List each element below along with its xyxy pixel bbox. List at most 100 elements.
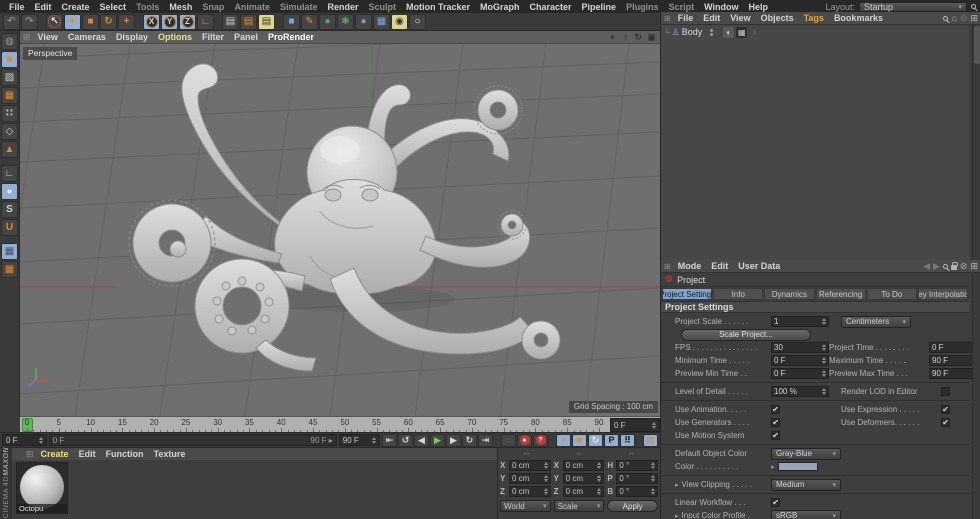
- checkbox[interactable]: ✔: [941, 405, 950, 414]
- viewport-canvas[interactable]: [20, 44, 660, 416]
- object-manager-menu-tags[interactable]: Tags: [799, 13, 829, 23]
- undo-icon[interactable]: ↶: [3, 13, 20, 30]
- key-parameter-button[interactable]: P: [604, 433, 619, 447]
- spinner-arrows-icon[interactable]: [543, 462, 548, 469]
- camera-icon[interactable]: ◉: [391, 13, 408, 30]
- autokey-button[interactable]: ●: [517, 433, 532, 447]
- tab-to-do[interactable]: To Do: [866, 288, 917, 300]
- keyframe-selection-button[interactable]: ▥: [643, 433, 658, 447]
- timeline-ruler[interactable]: 0 5 10 15 20 25 30 35 40 45 50 55 60 65 70 75 80 85 90 0 F: [20, 416, 660, 433]
- key-pla-button[interactable]: ⠿: [620, 433, 635, 447]
- medium-dropdown[interactable]: Medium ▾: [771, 478, 841, 491]
- field-icon[interactable]: ▦: [373, 13, 390, 30]
- redo-icon[interactable]: ↷: [21, 13, 38, 30]
- coord-field-y[interactable]: 0 cm: [562, 473, 605, 484]
- viewport-menu-options[interactable]: Options: [153, 32, 197, 42]
- spinner-arrows-icon[interactable]: [543, 475, 548, 482]
- expand-icon[interactable]: ⊞: [970, 13, 978, 24]
- centimeters-dropdown[interactable]: Centimeters ▾: [841, 315, 911, 328]
- spinner-arrows-icon[interactable]: [597, 488, 602, 495]
- nav-back-icon[interactable]: ◀: [923, 261, 930, 272]
- menu-character[interactable]: Character: [525, 2, 577, 12]
- viewport-menu-panel[interactable]: Panel: [229, 32, 263, 42]
- tweak-mode-icon[interactable]: ●: [1, 183, 18, 200]
- texture-tag-icon[interactable]: ◐: [723, 26, 735, 38]
- viewport-menu-cameras[interactable]: Cameras: [63, 32, 111, 42]
- viewport-menu-view[interactable]: View: [33, 32, 63, 42]
- spline-pen-icon[interactable]: ✎: [301, 13, 318, 30]
- spinner-arrows-icon[interactable]: [651, 475, 656, 482]
- checkbox[interactable]: ✔: [771, 431, 780, 440]
- panel-grip-icon[interactable]: ⊞: [26, 449, 34, 460]
- material-menu-edit[interactable]: Edit: [74, 449, 101, 459]
- search-icon[interactable]: [971, 4, 976, 9]
- menu-render[interactable]: Render: [322, 2, 363, 12]
- rotate-tool-icon[interactable]: ↻: [100, 13, 117, 30]
- nav-forward-icon[interactable]: ▶: [933, 261, 940, 272]
- coord-field-x[interactable]: 0 cm: [509, 460, 551, 471]
- workplane-mode-icon[interactable]: ▦: [1, 87, 18, 104]
- spinner-arrows-icon[interactable]: [372, 436, 376, 444]
- light-icon[interactable]: ○: [409, 13, 426, 30]
- tab-dynamics[interactable]: Dynamics: [764, 288, 815, 300]
- snap-icon[interactable]: S: [1, 201, 18, 218]
- record-options-button[interactable]: ?: [533, 433, 548, 447]
- checkbox[interactable]: ✔: [771, 405, 780, 414]
- scale-tool-icon[interactable]: ■: [82, 13, 99, 30]
- phong-tag-icon[interactable]: ⁝: [749, 27, 760, 38]
- key-position-button[interactable]: +: [556, 433, 571, 447]
- tab-project-settings[interactable]: Project Settings: [662, 288, 713, 300]
- coord-field-z[interactable]: 0 cm: [562, 486, 605, 497]
- spinner-arrows-icon[interactable]: [822, 318, 826, 325]
- visibility-dots[interactable]: [710, 28, 714, 36]
- rotate-view-icon[interactable]: ↻: [633, 32, 644, 43]
- polygons-mode-icon[interactable]: ▲: [1, 141, 18, 158]
- viewport-menu-filter[interactable]: Filter: [197, 32, 229, 42]
- spinner-arrows-icon[interactable]: [652, 421, 656, 429]
- minimize-icon[interactable]: ⊖: [960, 13, 968, 24]
- scale-project-button[interactable]: Scale Project...: [681, 328, 811, 341]
- srgb-dropdown[interactable]: sRGB ▾: [771, 509, 841, 519]
- next-frame-button[interactable]: ▶: [446, 433, 461, 447]
- home-icon[interactable]: ⌂: [951, 13, 956, 23]
- coord-field-p[interactable]: 0 °: [616, 473, 659, 484]
- coord-field-h[interactable]: 0 °: [616, 460, 659, 471]
- render-picture-viewer-icon[interactable]: ▤: [240, 13, 257, 30]
- object-name[interactable]: Body: [682, 27, 703, 37]
- layout-dropdown[interactable]: Startup ▾: [859, 1, 967, 12]
- object-manager-menu-bookmarks[interactable]: Bookmarks: [829, 13, 888, 23]
- expand-icon[interactable]: ⊞: [970, 261, 978, 272]
- lock-z-axis-icon[interactable]: Z: [179, 13, 196, 30]
- panel-grip-icon[interactable]: ⊞: [664, 262, 671, 271]
- texture-mode-icon[interactable]: ▨: [1, 69, 18, 86]
- lock-x-axis-icon[interactable]: X: [143, 13, 160, 30]
- value-field[interactable]: 0 F: [771, 355, 829, 366]
- attribute-object-name[interactable]: Project: [677, 275, 705, 285]
- menu-script[interactable]: Script: [664, 2, 700, 12]
- menu-tools[interactable]: Tools: [131, 2, 164, 12]
- menu-file[interactable]: File: [4, 2, 30, 12]
- value-field[interactable]: 0 F: [771, 368, 829, 379]
- attribute-scrollbar[interactable]: [972, 273, 980, 519]
- goto-start-button[interactable]: ⇤: [382, 433, 397, 447]
- volume-builder-icon[interactable]: ●: [355, 13, 372, 30]
- search-icon[interactable]: [942, 263, 948, 269]
- object-row-body[interactable]: └ ♙ Body ◐ ▦ ⁝: [661, 25, 969, 39]
- viewport-menu-prorender[interactable]: ProRender: [263, 32, 319, 42]
- lock-y-axis-icon[interactable]: Y: [161, 13, 178, 30]
- menu-snap[interactable]: Snap: [197, 2, 229, 12]
- record-keyframe-button[interactable]: ◌: [501, 433, 516, 447]
- panel-grip-icon[interactable]: ⊞: [664, 14, 671, 23]
- color-swatch[interactable]: [777, 462, 818, 471]
- play-button[interactable]: ▶: [430, 433, 445, 447]
- goto-end-button[interactable]: ⇥: [478, 433, 493, 447]
- coord-field-x[interactable]: 0 cm: [562, 460, 605, 471]
- object-list-scrollbar[interactable]: [972, 25, 980, 260]
- menu-window[interactable]: Window: [699, 2, 743, 12]
- material-menu-texture[interactable]: Texture: [149, 449, 191, 459]
- subdivision-surface-icon[interactable]: ●: [319, 13, 336, 30]
- key-rotation-button[interactable]: ↻: [588, 433, 603, 447]
- attribute-menu-mode[interactable]: Mode: [673, 261, 707, 271]
- gray-blue-dropdown[interactable]: Gray-Blue ▾: [771, 447, 841, 460]
- quantize-icon[interactable]: U: [1, 219, 18, 236]
